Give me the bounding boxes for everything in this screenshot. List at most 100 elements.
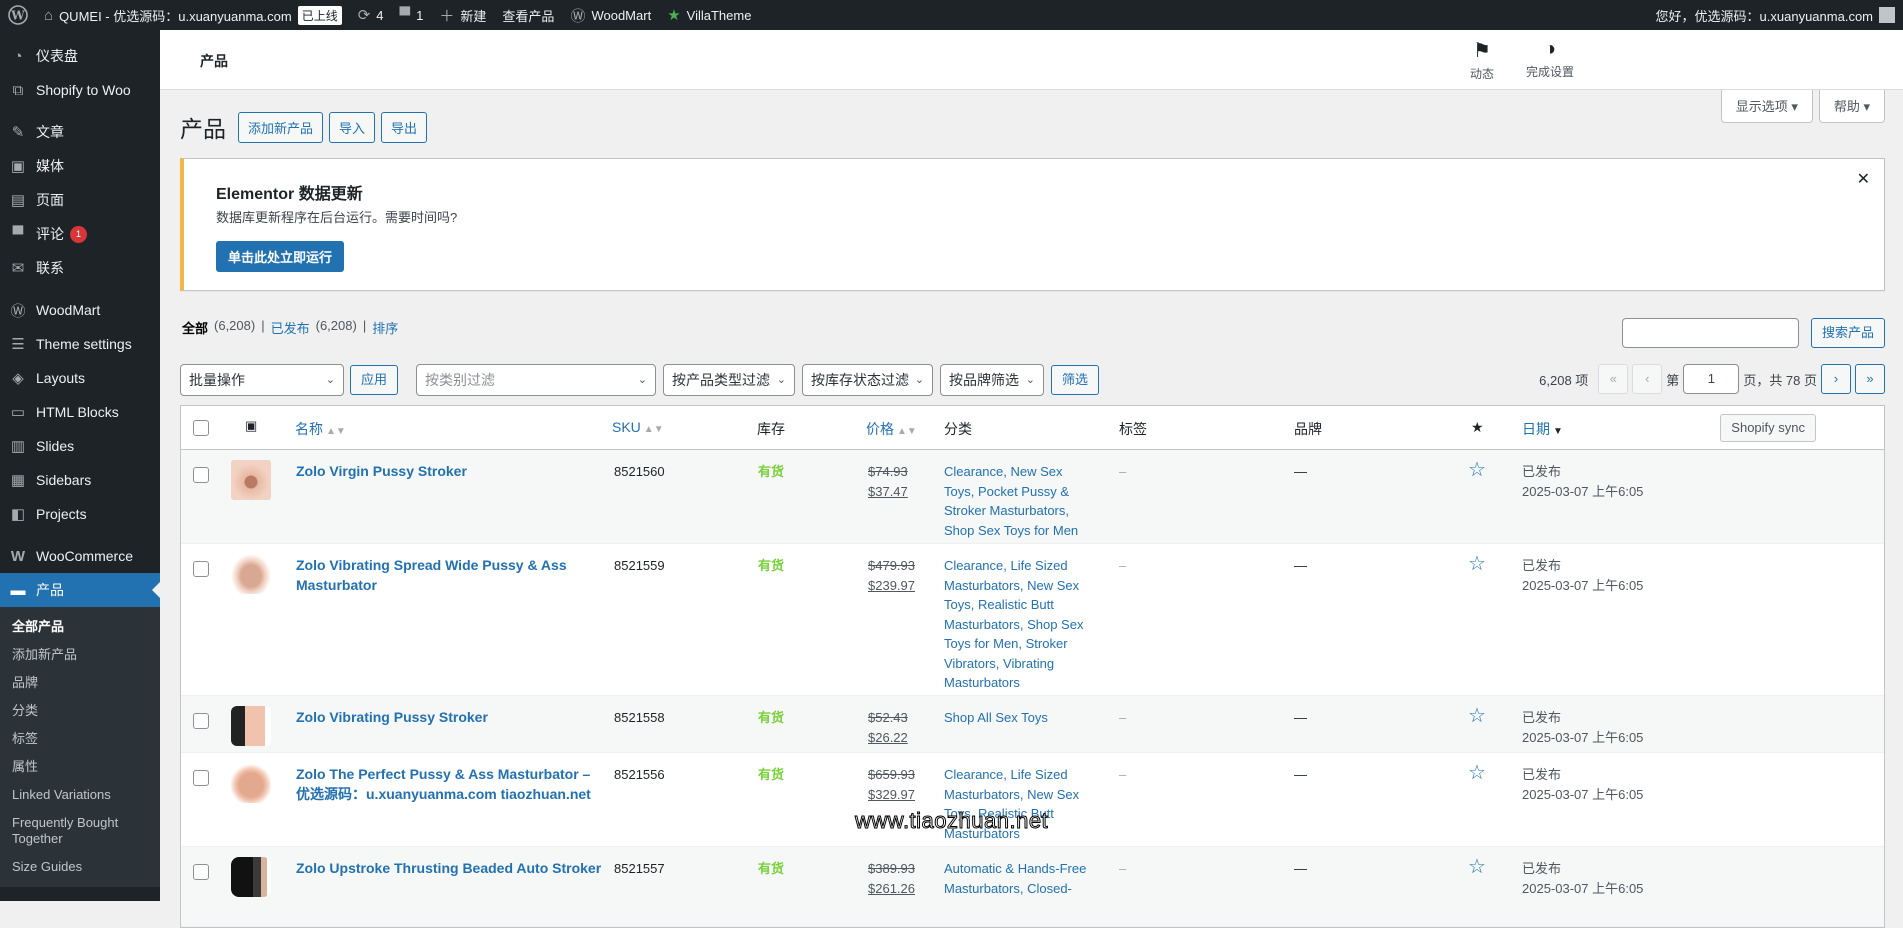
next-page-button[interactable]: › <box>1821 364 1851 394</box>
import-button[interactable]: 导入 <box>329 111 376 143</box>
product-categories[interactable]: Clearance, New Sex Toys, Pocket Pussy & … <box>944 462 1094 540</box>
row-checkbox[interactable] <box>193 864 209 880</box>
product-type-filter-select[interactable]: 按产品类型过滤 ⌄ <box>663 364 795 396</box>
activity-button[interactable]: ⚑ 动态 <box>1450 38 1514 82</box>
sidebar-item-comments[interactable]: ▀ 评论 1 <box>0 217 160 251</box>
submenu-categories[interactable]: 分类 <box>0 697 160 725</box>
featured-star-icon[interactable]: ☆ <box>1468 763 1486 783</box>
sidebar-item-sidebars[interactable]: ▦ Sidebars <box>0 463 160 497</box>
submenu-all-products[interactable]: 全部产品 <box>0 613 160 641</box>
prev-page-button[interactable]: ‹ <box>1632 364 1663 394</box>
comments-count: 1 <box>416 7 424 23</box>
my-account-link[interactable]: 您好，优选源码：u.xuanyuanma.com <box>1648 0 1903 30</box>
submenu-add-new[interactable]: 添加新产品 <box>0 641 160 669</box>
sidebar-item-slides[interactable]: ▥ Slides <box>0 429 160 463</box>
sidebar-item-projects[interactable]: ◧ Projects <box>0 497 160 531</box>
product-thumbnail[interactable] <box>231 857 271 897</box>
shopify-sync-button[interactable]: Shopify sync <box>1720 414 1816 442</box>
sidebar-item-woodmart[interactable]: Ⓦ WoodMart <box>0 293 160 327</box>
search-products-button[interactable]: 搜索产品 <box>1810 318 1885 348</box>
close-icon[interactable]: ✕ <box>1857 169 1870 189</box>
publish-date: 2025-03-07 上午6:05 <box>1522 577 1644 593</box>
column-brand: 品牌 <box>1294 421 1322 437</box>
sidebar-item-contact[interactable]: ✉ 联系 <box>0 251 160 285</box>
table-header: ▣ 名称 ▲▼ SKU ▲▼ 库存 价格 ▲▼ 分类 标签 品牌 ★ 日期 ▼ Shop… <box>181 406 1884 450</box>
sidebar-item-pages[interactable]: ▤ 页面 <box>0 183 160 217</box>
product-categories[interactable]: Automatic & Hands-Free Masturbators, Clo… <box>944 859 1094 898</box>
product-thumbnail[interactable] <box>231 460 271 500</box>
product-categories[interactable]: Shop All Sex Toys <box>944 708 1094 728</box>
online-badge: 已上线 <box>297 5 342 25</box>
row-checkbox[interactable] <box>193 713 209 729</box>
product-categories[interactable]: Clearance, Life Sized Masturbators, New … <box>944 556 1094 693</box>
sidebar-item-dashboard[interactable]: ◔ 仪表盘 <box>0 39 160 73</box>
site-name-link[interactable]: ⌂ QUMEI - 优选源码：u.xuanyuanma.com 已上线 <box>36 0 350 30</box>
column-price[interactable]: 价格 ▲▼ <box>866 419 917 439</box>
submenu-attributes[interactable]: 属性 <box>0 753 160 781</box>
woodmart-link[interactable]: Ⓦ WoodMart <box>562 0 659 30</box>
featured-star-icon[interactable]: ☆ <box>1468 706 1486 726</box>
submenu-size-guides[interactable]: Size Guides <box>0 853 160 881</box>
row-checkbox[interactable] <box>193 467 209 483</box>
featured-star-icon[interactable]: ☆ <box>1468 857 1486 877</box>
row-checkbox[interactable] <box>193 561 209 577</box>
updates-link[interactable]: ⟳ 4 <box>350 0 392 30</box>
sidebar-item-label: Sidebars <box>36 472 92 488</box>
product-thumbnail[interactable] <box>231 554 271 594</box>
category-filter-select[interactable]: 按类别过滤 ⌄ <box>416 364 656 396</box>
current-page-input[interactable]: 1 <box>1683 364 1740 394</box>
product-name-link[interactable]: Zolo Vibrating Spread Wide Pussy & Ass M… <box>296 557 567 593</box>
apply-button[interactable]: 应用 <box>350 365 399 395</box>
submenu-frequently-bought[interactable]: Frequently Bought Together <box>0 809 160 853</box>
product-name-link[interactable]: Zolo Vibrating Pussy Stroker <box>296 709 488 725</box>
last-page-button[interactable]: » <box>1855 364 1885 394</box>
sidebar-item-posts[interactable]: ✎ 文章 <box>0 115 160 149</box>
product-name-link[interactable]: Zolo The Perfect Pussy & Ass Masturbator… <box>296 766 591 802</box>
column-sku[interactable]: SKU ▲▼ <box>612 419 664 435</box>
run-update-button[interactable]: 单击此处立即运行 <box>216 241 345 272</box>
featured-star-icon[interactable]: ☆ <box>1468 554 1486 574</box>
sidebar-item-layouts[interactable]: ◈ Layouts <box>0 361 160 395</box>
search-input[interactable] <box>1621 318 1799 348</box>
first-page-button[interactable]: « <box>1598 364 1629 394</box>
view-all[interactable]: 全部 <box>182 318 208 337</box>
stock-status-filter-select[interactable]: 按库存状态过滤 ⌄ <box>802 364 933 396</box>
product-name-link[interactable]: Zolo Virgin Pussy Stroker <box>296 463 467 479</box>
avatar <box>1879 7 1895 23</box>
help-button[interactable]: 帮助 ▾ <box>1818 90 1885 123</box>
brand-filter-select[interactable]: 按品牌筛选 ⌄ <box>940 364 1044 396</box>
new-content-link[interactable]: ＋ 新建 <box>431 0 494 30</box>
filter-button[interactable]: 筛选 <box>1051 365 1100 395</box>
select-all-checkbox[interactable] <box>193 420 209 436</box>
submenu-linked-variations[interactable]: Linked Variations <box>0 781 160 809</box>
bulk-action-select[interactable]: 批量操作 ⌄ <box>180 364 344 396</box>
featured-star-icon[interactable]: ☆ <box>1468 460 1486 480</box>
screen-options-button[interactable]: 显示选项 ▾ <box>1720 90 1813 123</box>
product-tags: – <box>1119 861 1127 876</box>
product-thumbnail[interactable] <box>231 706 271 746</box>
product-thumbnail[interactable] <box>231 763 271 803</box>
view-sort[interactable]: 排序 <box>372 318 398 337</box>
export-button[interactable]: 导出 <box>381 111 428 143</box>
sidebar-item-shopify[interactable]: ⧉ Shopify to Woo <box>0 73 160 107</box>
villatheme-link[interactable]: ★ VillaTheme <box>659 0 759 30</box>
view-products-link[interactable]: 查看产品 <box>494 0 562 30</box>
product-name-link[interactable]: Zolo Upstroke Thrusting Beaded Auto Stro… <box>296 860 601 876</box>
sidebar-item-woocommerce[interactable]: W WooCommerce <box>0 539 160 573</box>
submenu-brands[interactable]: 品牌 <box>0 669 160 697</box>
wordpress-logo-icon[interactable]: W <box>0 0 36 30</box>
submenu-tags[interactable]: 标签 <box>0 725 160 753</box>
sidebar-item-products[interactable]: ▬ 产品 <box>0 573 160 607</box>
column-name[interactable]: 名称 ▲▼ <box>295 419 346 439</box>
layers-icon: ◈ <box>12 370 24 387</box>
add-new-product-button[interactable]: 添加新产品 <box>238 111 324 143</box>
row-checkbox[interactable] <box>193 770 209 786</box>
sidebar-item-theme-settings[interactable]: ☰ Theme settings <box>0 327 160 361</box>
view-published[interactable]: 已发布 <box>271 318 310 337</box>
comments-link[interactable]: ▀ 1 <box>392 0 432 30</box>
column-date[interactable]: 日期 ▼ <box>1522 419 1563 439</box>
sidebar-item-media[interactable]: ▣ 媒体 <box>0 149 160 183</box>
sidebar-item-html-blocks[interactable]: ▭ HTML Blocks <box>0 395 160 429</box>
setup-button[interactable]: ◑ 完成设置 <box>1518 38 1582 80</box>
product-price: $479.93 $239.97 <box>868 556 915 595</box>
